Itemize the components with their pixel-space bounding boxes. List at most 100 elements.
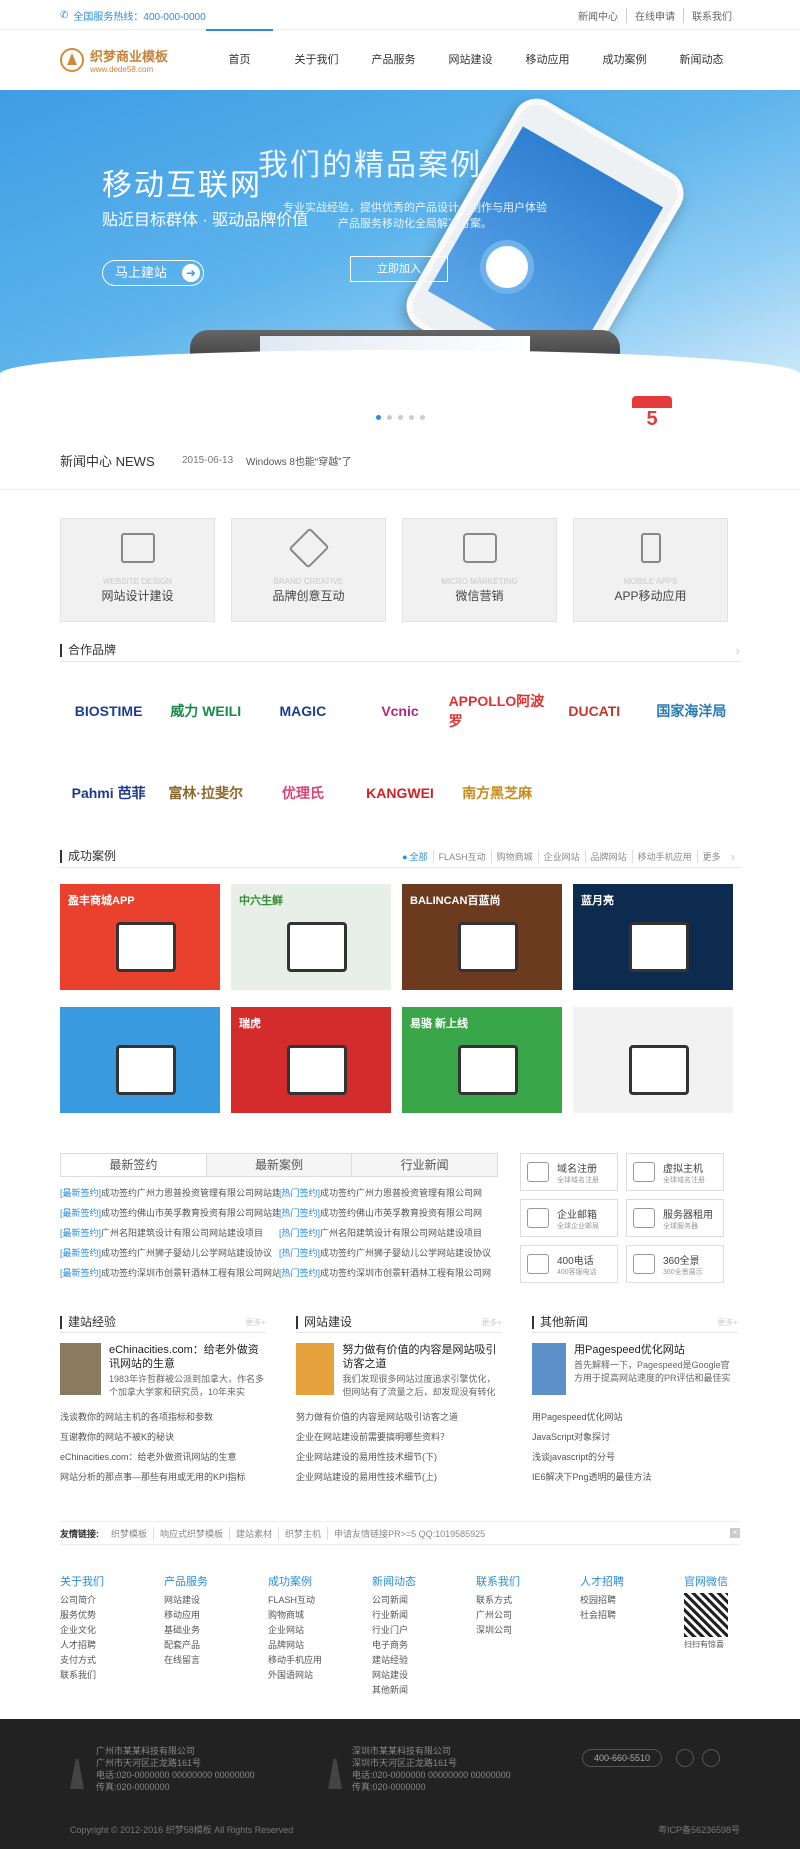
article-link[interactable]: 浅谈javascript的分号	[532, 1447, 738, 1467]
footer-nav-link[interactable]: 购物商城	[268, 1608, 372, 1623]
hero-banner[interactable]: 5 我们的精品案例 移动互联网 专业实战经验，提供优秀的产品设计、制作与用户体验…	[0, 90, 800, 430]
footer-nav-link[interactable]: 支付方式	[60, 1653, 164, 1668]
footer-nav-link[interactable]: 配套产品	[164, 1638, 268, 1653]
featured-article[interactable]: eChinacities.com：给老外做资讯网站的生意 1983年许哲群被公派到…	[60, 1343, 266, 1403]
featured-article[interactable]: 努力做有价值的内容是网站吸引访客之道 我们发现很多网站过度追求引擎优化，但网站有了…	[296, 1343, 502, 1403]
footer-nav-link[interactable]: 联系我们	[60, 1668, 164, 1683]
weibo-icon[interactable]	[676, 1749, 694, 1767]
friend-link-apply[interactable]: 申请友情链接PR>=5 QQ:1019585925	[327, 1526, 491, 1540]
brand-logo[interactable]: Vcnic	[351, 688, 448, 734]
article-link[interactable]: 企业网站建设的易用性技术细节(下)	[296, 1447, 502, 1467]
footer-nav-link[interactable]: 公司新闻	[372, 1593, 476, 1608]
footer-nav-link[interactable]: 社会招聘	[580, 1608, 684, 1623]
footer-nav-heading[interactable]: 产品服务	[164, 1573, 268, 1589]
case-thumbnail[interactable]: 易骆 新上线	[402, 1007, 562, 1113]
footer-nav-link[interactable]: 深圳公司	[476, 1623, 580, 1638]
case-cat-flash[interactable]: FLASH互动	[432, 850, 491, 863]
article-link[interactable]: 浅谈教你的网站主机的各项指标和参数	[60, 1407, 266, 1427]
brand-logo[interactable]: DUCATI	[546, 688, 643, 734]
case-thumbnail[interactable]: 盈丰商城APP	[60, 884, 220, 990]
case-thumbnail[interactable]: BALINCAN百蓝尚	[402, 884, 562, 990]
service-card[interactable]: 企业邮箱 全球企业邮局	[520, 1199, 618, 1237]
service-card[interactable]: 虚拟主机 全球域名注册	[626, 1153, 724, 1191]
footer-nav-link[interactable]: 网站建设	[164, 1593, 268, 1608]
brand-logo[interactable]: Pahmi 芭菲	[60, 770, 157, 816]
service-tile-wechat[interactable]: MICRO MARKETING 微信营销	[402, 518, 557, 622]
footer-nav-link[interactable]: 行业新闻	[372, 1608, 476, 1623]
brand-logo[interactable]: 优理氏	[254, 770, 351, 816]
news-cell[interactable]: [热门签约]成功签约深圳市创景轩酒林工程有限公司网	[279, 1263, 498, 1283]
brand-logo[interactable]: MAGIC	[254, 688, 351, 734]
featured-article[interactable]: 用Pagespeed优化网站 首先解释一下，Pagespeed是Google官方用…	[532, 1343, 738, 1403]
nav-cases[interactable]: 成功案例	[586, 30, 663, 90]
footer-nav-link[interactable]: 品牌网站	[268, 1638, 372, 1653]
news-cell[interactable]: [热门签约]广州名阳建筑设计有限公司网站建设项目	[279, 1223, 498, 1243]
footer-nav-link[interactable]: 联系方式	[476, 1593, 580, 1608]
case-cat-all[interactable]: 全部	[410, 850, 433, 863]
service-card[interactable]: 域名注册 全球域名注册	[520, 1153, 618, 1191]
footer-nav-link[interactable]: 广州公司	[476, 1608, 580, 1623]
brand-logo[interactable]: 南方黑芝麻	[449, 770, 546, 816]
case-cat-shop[interactable]: 购物商城	[490, 850, 538, 863]
nav-products[interactable]: 产品服务	[355, 30, 432, 90]
footer-nav-heading[interactable]: 成功案例	[268, 1573, 372, 1589]
slider-dot[interactable]	[386, 415, 392, 420]
news-cell[interactable]: [最新签约]成功签约广州力恩普投资管理有限公司网站建设	[60, 1183, 279, 1203]
brand-logo[interactable]: APPOLLO阿波罗	[449, 688, 546, 734]
friend-link[interactable]: 织梦主机	[278, 1526, 327, 1540]
news-cell[interactable]: [热门签约]成功签约佛山市英孚教育投资有限公司网	[279, 1203, 498, 1223]
service-card[interactable]: 400电话 400客服电话	[520, 1245, 618, 1283]
slider-dot[interactable]	[419, 415, 425, 420]
brand-logo[interactable]: BIOSTIME	[60, 688, 157, 734]
brand-logo[interactable]: 富林·拉斐尔	[157, 770, 254, 816]
footer-nav-link[interactable]: 企业文化	[60, 1623, 164, 1638]
nav-home[interactable]: 首页	[201, 29, 278, 90]
footer-nav-link[interactable]: 移动应用	[164, 1608, 268, 1623]
article-link[interactable]: JavaScript对象探讨	[532, 1427, 738, 1447]
slider-dot[interactable]	[408, 415, 414, 420]
footer-nav-heading[interactable]: 关于我们	[60, 1573, 164, 1589]
tab-latest-sign[interactable]: 最新签约	[61, 1154, 206, 1176]
article-link[interactable]: eChinacities.com：给老外做资讯网站的生意	[60, 1447, 266, 1467]
nav-news[interactable]: 新闻动态	[663, 30, 740, 90]
case-thumbnail[interactable]: 瑞虎	[231, 1007, 391, 1113]
article-link[interactable]: 互谢教你的网站不被K的秘诀	[60, 1427, 266, 1447]
footer-nav-link[interactable]: 公司简介	[60, 1593, 164, 1608]
news-cell[interactable]: [热门签约]成功签约广州力恩普投资管理有限公司网	[279, 1183, 498, 1203]
tab-industry-news[interactable]: 行业新闻	[351, 1154, 498, 1176]
news-cell[interactable]: [最新签约]成功签约广州狮子婴幼儿公学网站建设协议	[60, 1243, 279, 1263]
article-link[interactable]: 企业在网站建设前需要搞明哪些资料？	[296, 1427, 502, 1447]
news-cell[interactable]: [最新签约]成功签约深圳市创景轩酒林工程有限公司网站建设	[60, 1263, 279, 1283]
top-link-apply[interactable]: 在线申请	[626, 7, 683, 23]
footer-nav-link[interactable]: 外国语网站	[268, 1668, 372, 1683]
footer-nav-heading[interactable]: 人才招聘	[580, 1573, 684, 1589]
top-link-contact[interactable]: 联系我们	[683, 7, 740, 23]
logo[interactable]: 织梦商业模板 www.dede58.com	[60, 46, 191, 74]
footer-nav-link[interactable]: 在线留言	[164, 1653, 268, 1668]
footer-nav-link[interactable]: 企业网站	[268, 1623, 372, 1638]
build-site-button[interactable]: 马上建站 ➜	[102, 260, 204, 286]
top-link-news[interactable]: 新闻中心	[570, 8, 626, 23]
footer-nav-link[interactable]: 建站经验	[372, 1653, 476, 1668]
news-cell[interactable]: [最新签约]广州名阳建筑设计有限公司网站建设项目	[60, 1223, 279, 1243]
nav-about[interactable]: 关于我们	[278, 30, 355, 90]
footer-nav-link[interactable]: 行业门户	[372, 1623, 476, 1638]
footer-nav-link[interactable]: 服务优势	[60, 1608, 164, 1623]
more-link[interactable]: 更多+	[717, 1317, 738, 1328]
service-tile-web[interactable]: WEBSITE DESIGN 网站设计建设	[60, 518, 215, 622]
article-link[interactable]: 网站分析的那点事—那些有用或无用的KPI指标	[60, 1467, 266, 1487]
case-cat-mobile[interactable]: 移动手机应用	[631, 850, 697, 863]
case-cat-brand[interactable]: 品牌网站	[584, 850, 632, 863]
footer-nav-link[interactable]: 人才招聘	[60, 1638, 164, 1653]
article-link[interactable]: 努力做有价值的内容是网站吸引访客之道	[296, 1407, 502, 1427]
service-tile-app[interactable]: MOBILE APPS APP移动应用	[573, 518, 728, 622]
footer-nav-link[interactable]: 其他新闻	[372, 1683, 476, 1698]
service-card[interactable]: 360全景 360全景展示	[626, 1245, 724, 1283]
footer-nav-link[interactable]: 网站建设	[372, 1668, 476, 1683]
article-link[interactable]: 用Pagespeed优化网站	[532, 1407, 738, 1427]
chevron-right-icon[interactable]: ›	[736, 643, 740, 658]
brand-logo[interactable]: 国家海洋局	[643, 688, 740, 734]
news-cell[interactable]: [热门签约]成功签约广州狮子婴幼儿公学网站建设协议	[279, 1243, 498, 1263]
slider-dot[interactable]	[375, 415, 381, 420]
footer-nav-link[interactable]: FLASH互动	[268, 1593, 372, 1608]
